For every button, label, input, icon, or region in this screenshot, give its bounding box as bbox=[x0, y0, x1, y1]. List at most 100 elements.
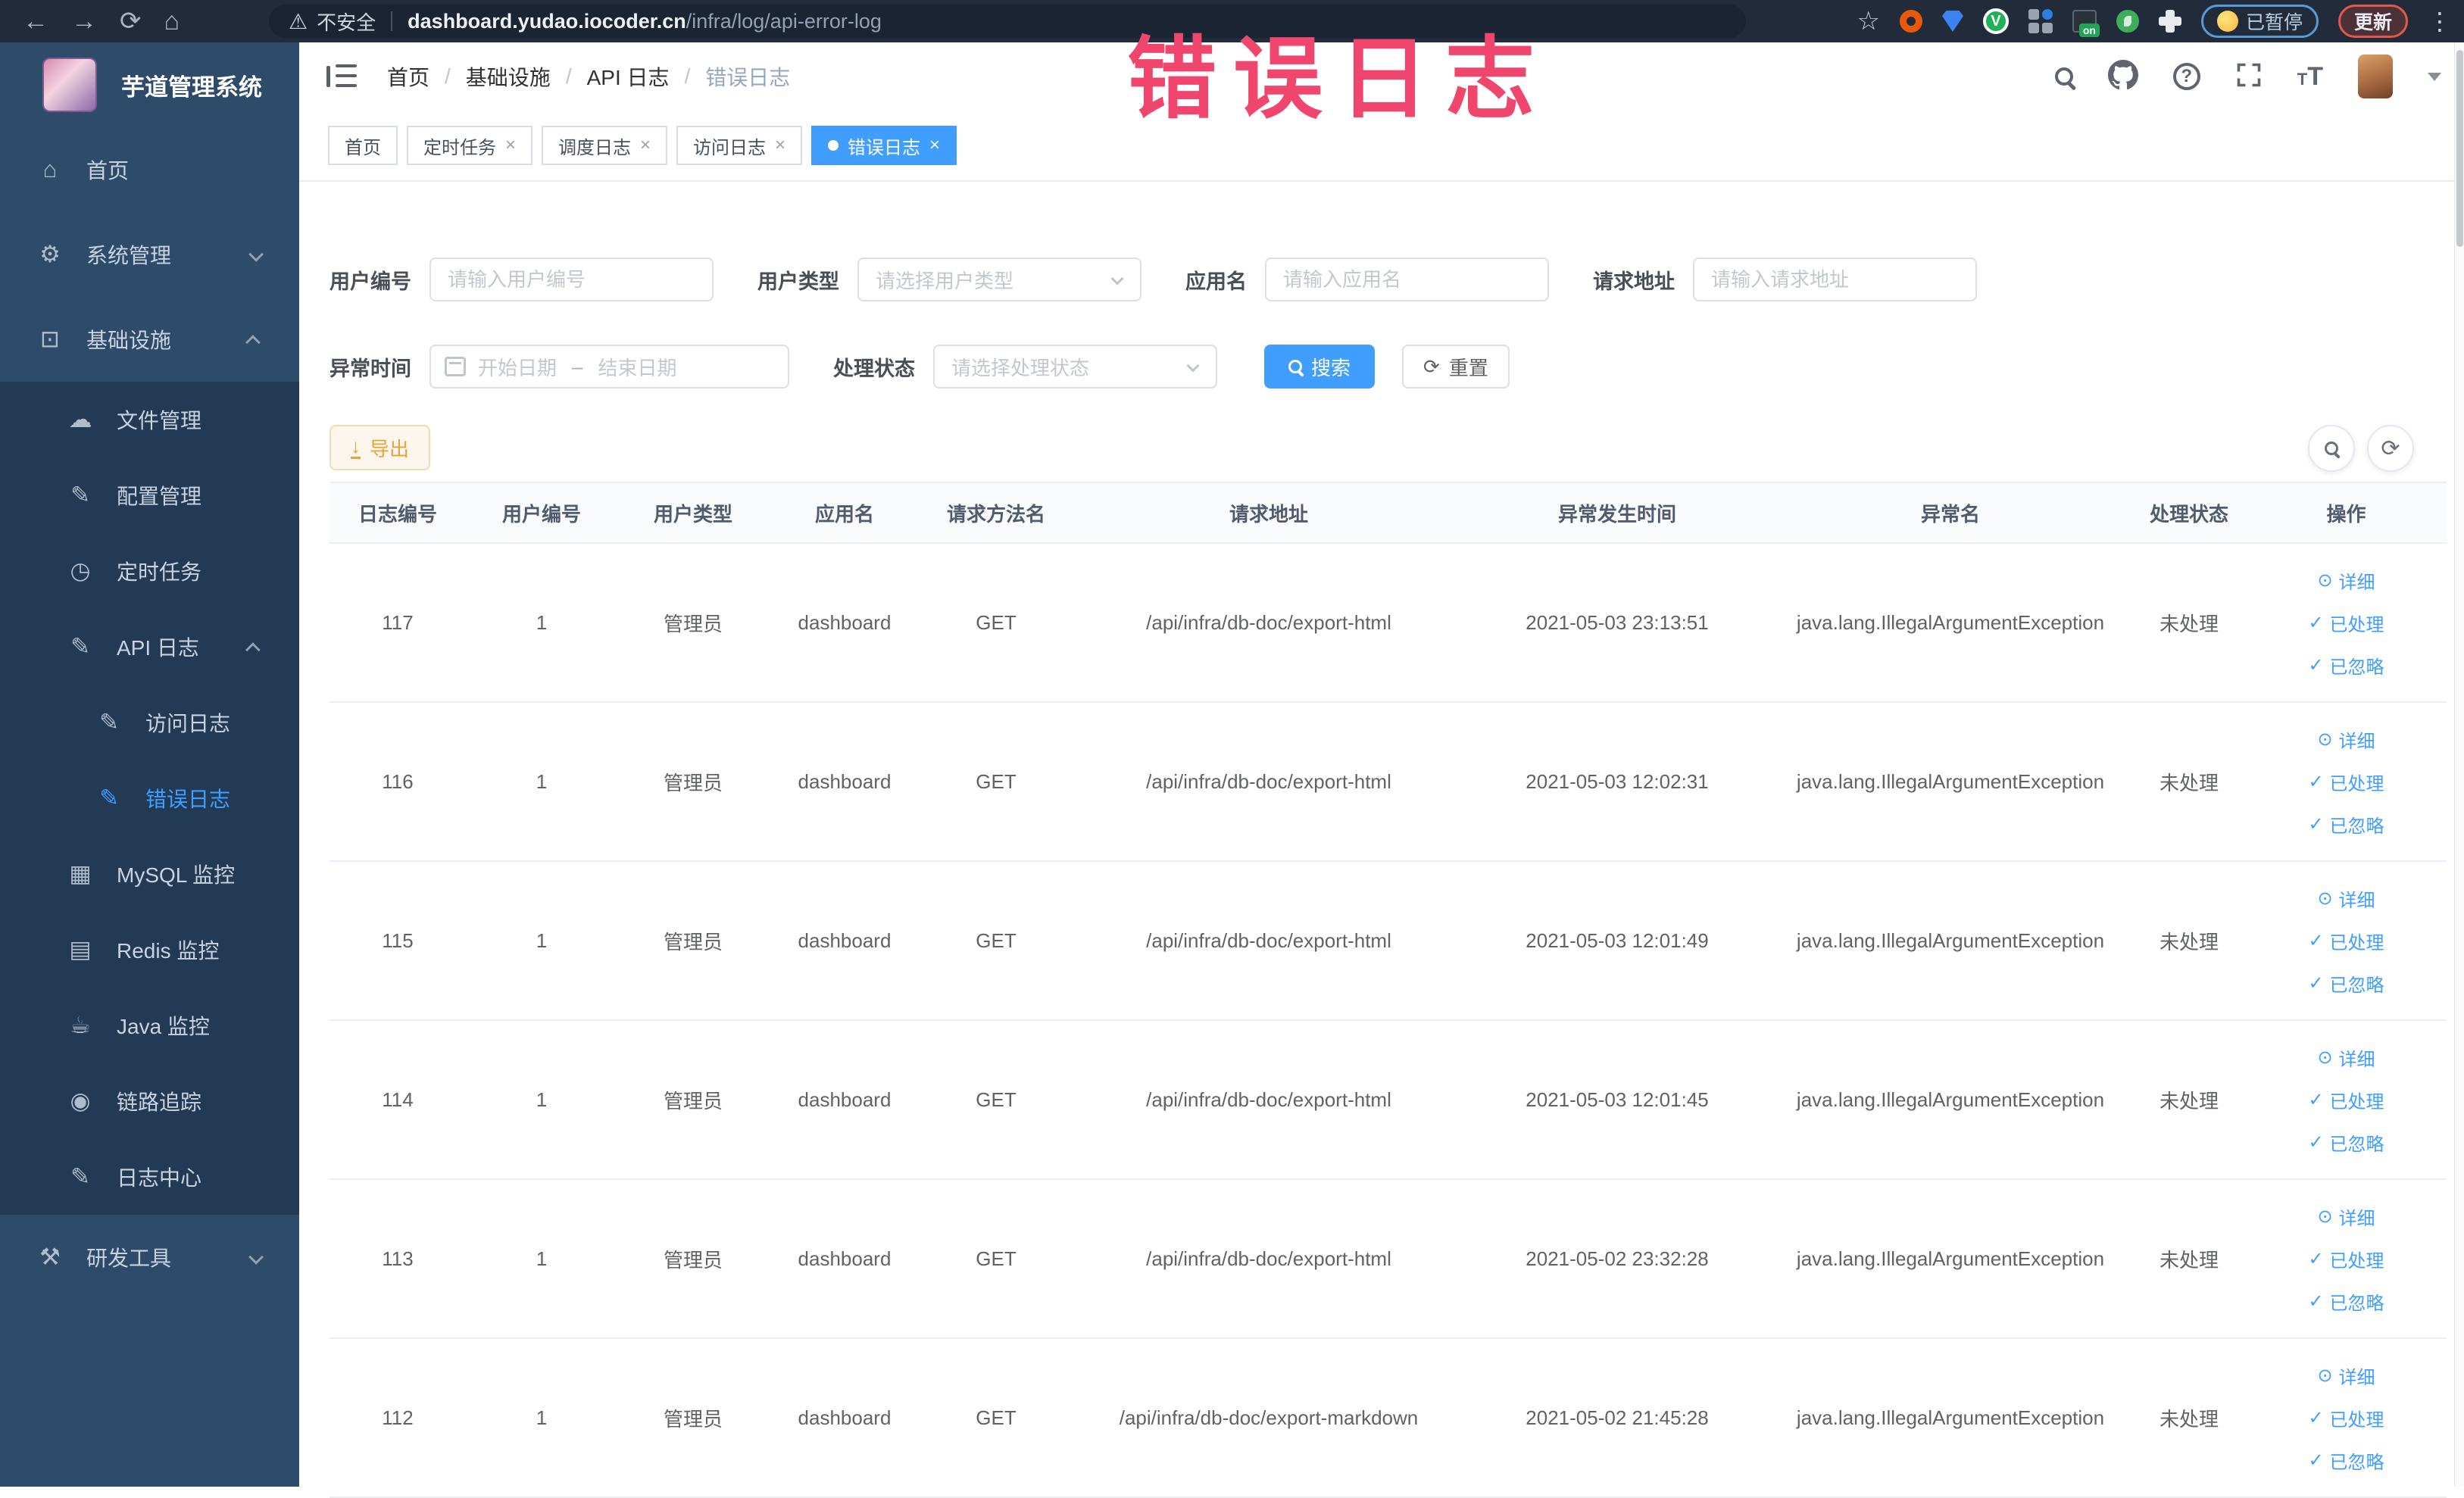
annotation-overlay-text: 错误日志 bbox=[1127, 30, 1552, 130]
search-icon[interactable] bbox=[2054, 67, 2073, 86]
sidebar-item-access-log[interactable]: ✎ 访问日志 bbox=[0, 685, 299, 760]
avatar-caret-icon[interactable] bbox=[2428, 72, 2441, 81]
action-已忽略[interactable]: ✓ 已忽略 bbox=[2250, 962, 2442, 1004]
update-badge[interactable]: 更新 bbox=[2338, 5, 2408, 38]
cloud-icon: ☁ bbox=[68, 406, 92, 432]
breadcrumb-item[interactable]: 基础设施 bbox=[466, 61, 551, 92]
paused-badge[interactable]: 已暂停 bbox=[2200, 5, 2319, 38]
sidebar-item-scheduled-tasks[interactable]: ◷ 定时任务 bbox=[0, 533, 299, 609]
table-row: 117 1 管理员 dashboard GET/api/infra/db-doc/exp… bbox=[329, 543, 2447, 703]
user-id-input[interactable] bbox=[429, 257, 714, 301]
cell-url: /api/infra/db-doc/export-html bbox=[1072, 702, 1466, 862]
sidebar-item-infrastructure[interactable]: ⊡ 基础设施 bbox=[0, 297, 299, 382]
filter-user-id: 用户编号 bbox=[329, 257, 714, 301]
tab-定时任务[interactable]: 定时任务 × bbox=[407, 126, 533, 165]
cell-actions: ⊙ 详细 ✓ 已处理 ✓ 已忽略 bbox=[2246, 1020, 2447, 1180]
eye-icon: ⊙ bbox=[2317, 888, 2333, 909]
tab-调度日志[interactable]: 调度日志 × bbox=[542, 126, 668, 165]
blue-shield-extension-icon[interactable] bbox=[1941, 11, 1963, 32]
grid-extension-icon[interactable] bbox=[2028, 9, 2053, 33]
puzzle-extensions-icon[interactable] bbox=[2158, 10, 2181, 33]
reload-icon[interactable]: ⟳ bbox=[120, 8, 142, 34]
action-已忽略[interactable]: ✓ 已忽略 bbox=[2250, 1439, 2442, 1481]
user-avatar[interactable] bbox=[2358, 55, 2393, 98]
column-header: 操作 bbox=[2246, 482, 2447, 544]
close-tab-icon[interactable]: × bbox=[505, 135, 516, 156]
sidebar-item-dev-tools[interactable]: ⚒ 研发工具 bbox=[0, 1215, 299, 1300]
bookmark-star-icon[interactable]: ☆ bbox=[1857, 6, 1879, 36]
scrollbar-thumb[interactable] bbox=[2456, 50, 2463, 247]
action-已处理[interactable]: ✓ 已处理 bbox=[2250, 760, 2442, 803]
action-已忽略[interactable]: ✓ 已忽略 bbox=[2250, 644, 2442, 686]
sidebar-item-trace[interactable]: ◉ 链路追踪 bbox=[0, 1063, 299, 1139]
toggle-search-button[interactable] bbox=[2308, 425, 2355, 472]
close-tab-icon[interactable]: × bbox=[929, 135, 940, 156]
app-name-input[interactable] bbox=[1265, 257, 1549, 301]
orange-ring-extension-icon[interactable] bbox=[1899, 10, 1922, 33]
sidebar-item-home[interactable]: ⌂ 首页 bbox=[0, 127, 299, 212]
process-status-select[interactable]: 请选择处理状态 bbox=[933, 345, 1217, 389]
sidebar-item-file-management[interactable]: ☁ 文件管理 bbox=[0, 382, 299, 457]
close-tab-icon[interactable]: × bbox=[775, 135, 785, 156]
sidebar-item-java-monitor[interactable]: ☕ Java 监控 bbox=[0, 988, 299, 1063]
back-icon[interactable]: ← bbox=[23, 8, 48, 34]
action-详细[interactable]: ⊙ 详细 bbox=[2250, 1036, 2442, 1078]
action-已处理[interactable]: ✓ 已处理 bbox=[2250, 1397, 2442, 1439]
action-已处理[interactable]: ✓ 已处理 bbox=[2250, 919, 2442, 962]
refresh-button[interactable]: ⟳ bbox=[2367, 425, 2414, 472]
sidebar-item-system-management[interactable]: ⚙ 系统管理 bbox=[0, 212, 299, 297]
search-button[interactable]: 搜索 bbox=[1264, 345, 1376, 389]
github-icon[interactable] bbox=[2107, 59, 2138, 94]
user-type-select[interactable]: 请选择用户类型 bbox=[857, 257, 1141, 301]
check-icon: ✓ bbox=[2308, 1089, 2324, 1110]
user-type-label: 用户类型 bbox=[757, 270, 839, 293]
close-tab-icon[interactable]: × bbox=[640, 135, 651, 156]
cell-time: 2021-05-03 12:01:49 bbox=[1466, 861, 1769, 1021]
sidebar-item-error-log[interactable]: ✎ 错误日志 bbox=[0, 760, 299, 836]
action-详细[interactable]: ⊙ 详细 bbox=[2250, 1195, 2442, 1237]
sprout-extension-icon[interactable] bbox=[2116, 10, 2139, 33]
fullscreen-icon[interactable] bbox=[2235, 61, 2263, 92]
action-已忽略[interactable]: ✓ 已忽略 bbox=[2250, 1121, 2442, 1163]
action-详细[interactable]: ⊙ 详细 bbox=[2250, 559, 2442, 601]
action-已忽略[interactable]: ✓ 已忽略 bbox=[2250, 1280, 2442, 1322]
sidebar-item-config-management[interactable]: ✎ 配置管理 bbox=[0, 457, 299, 533]
forward-icon[interactable]: → bbox=[71, 8, 97, 34]
tab-首页[interactable]: 首页 bbox=[328, 126, 398, 165]
action-已处理[interactable]: ✓ 已处理 bbox=[2250, 1237, 2442, 1280]
sidebar-item-label: 首页 bbox=[86, 159, 130, 183]
sidebar-item-mysql-monitor[interactable]: ▦ MySQL 监控 bbox=[0, 836, 299, 912]
on-badge-extension-icon[interactable]: on bbox=[2072, 10, 2100, 37]
security-warning-icon[interactable]: ⚠ bbox=[289, 9, 308, 34]
cell-user_type: 管理员 bbox=[617, 1338, 769, 1498]
sidebar-menu: ⌂ 首页 ⚙ 系统管理 ⊡ 基础设施 ☁ 文件管理 ✎ 配置管理 ◷ 定时任务 ✎ API 日志 ✎ 访问日志… bbox=[0, 127, 299, 1300]
sidebar-item-api-log[interactable]: ✎ API 日志 bbox=[0, 609, 299, 685]
check-icon: ✓ bbox=[2308, 1450, 2324, 1471]
action-详细[interactable]: ⊙ 详细 bbox=[2250, 1354, 2442, 1397]
help-icon[interactable]: ? bbox=[2172, 63, 2200, 90]
export-button[interactable]: ↓ 导出 bbox=[329, 425, 431, 470]
breadcrumb-item[interactable]: API 日志 bbox=[587, 61, 670, 92]
tab-访问日志[interactable]: 访问日志 × bbox=[676, 126, 803, 165]
sidebar-item-label: MySQL 监控 bbox=[117, 863, 236, 887]
breadcrumb-item[interactable]: 首页 bbox=[387, 61, 429, 92]
request-url-input[interactable] bbox=[1693, 257, 1977, 301]
action-已处理[interactable]: ✓ 已处理 bbox=[2250, 601, 2442, 644]
action-已忽略[interactable]: ✓ 已忽略 bbox=[2250, 803, 2442, 845]
action-详细[interactable]: ⊙ 详细 bbox=[2250, 877, 2442, 919]
action-label: 已忽略 bbox=[2329, 657, 2384, 678]
sidebar-item-log-center[interactable]: ✎ 日志中心 bbox=[0, 1139, 299, 1215]
home-icon[interactable]: ⌂ bbox=[164, 8, 180, 34]
action-已处理[interactable]: ✓ 已处理 bbox=[2250, 1078, 2442, 1121]
page-scrollbar[interactable] bbox=[2454, 42, 2464, 1487]
action-详细[interactable]: ⊙ 详细 bbox=[2250, 718, 2442, 760]
browser-menu-icon[interactable]: ⋮ bbox=[2428, 7, 2452, 36]
reset-button[interactable]: ⟳ 重置 bbox=[1402, 345, 1510, 389]
sidebar-item-redis-monitor[interactable]: ▤ Redis 监控 bbox=[0, 912, 299, 988]
gear-icon: ⚙ bbox=[39, 241, 61, 267]
font-size-icon[interactable]: TT bbox=[2297, 62, 2323, 92]
collapse-sidebar-icon[interactable] bbox=[326, 64, 357, 89]
green-v-extension-icon[interactable]: V bbox=[1982, 8, 2009, 34]
exception-time-range-picker[interactable]: 开始日期 – 结束日期 bbox=[429, 345, 789, 389]
tab-错误日志[interactable]: 错误日志 × bbox=[811, 126, 957, 165]
